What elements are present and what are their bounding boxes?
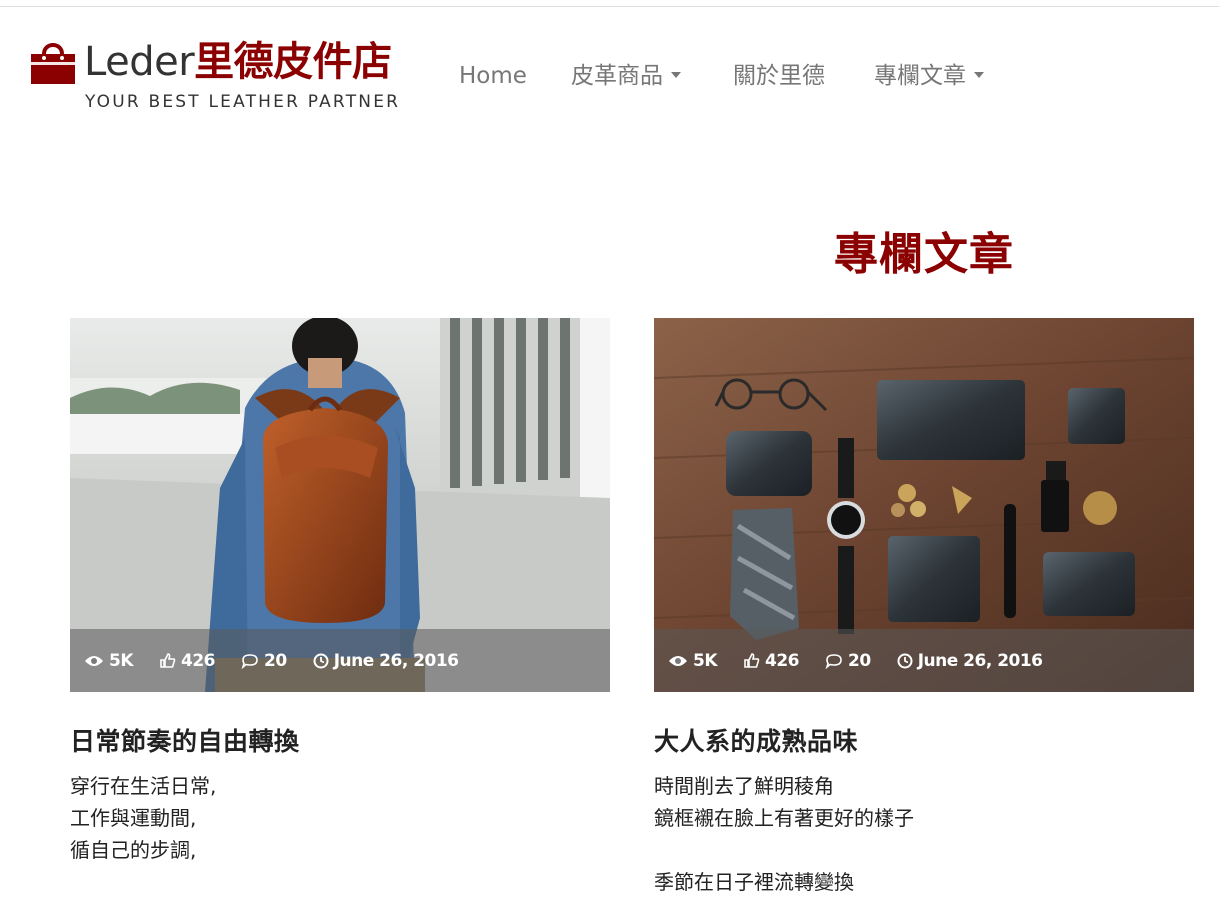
nav-item-about[interactable]: 關於里德: [733, 58, 825, 94]
likes-count: 426: [765, 650, 800, 671]
nav-item-home[interactable]: Home: [459, 58, 527, 94]
article-title[interactable]: 大人系的成熟品味: [654, 722, 1194, 758]
views-stat: 5K: [668, 650, 718, 671]
nav-item-label: 關於里德: [733, 63, 825, 89]
article-image[interactable]: 5K 426 20 June 26, 2016: [70, 318, 610, 692]
clock-icon: [897, 653, 913, 668]
nav-item-label: 皮革商品: [571, 63, 663, 89]
comments-count: 20: [264, 650, 287, 671]
thumbs-up-icon: [160, 653, 176, 668]
likes-count: 426: [181, 650, 216, 671]
article-meta-bar: 5K 426 20 June 26, 2016: [654, 629, 1194, 692]
date-stat: June 26, 2016: [313, 651, 459, 671]
site-logo[interactable]: Leder里德皮件店 YOUR BEST LEATHER PARTNER: [28, 36, 418, 116]
likes-stat[interactable]: 426: [743, 650, 800, 671]
article-excerpt: 時間削去了鮮明稜角 鏡框襯在臉上有著更好的樣子 季節在日子裡流轉變換: [654, 774, 914, 894]
brand-name: Leder里德皮件店: [84, 36, 392, 88]
comments-count: 20: [848, 650, 871, 671]
section-title: 專欄文章: [834, 229, 1014, 280]
clock-icon: [313, 653, 329, 668]
article-image[interactable]: 5K 426 20 June 26, 2016: [654, 318, 1194, 692]
nav-item-label: 專欄文章: [874, 63, 966, 89]
views-count: 5K: [109, 650, 134, 671]
views-stat: 5K: [84, 650, 134, 671]
top-border: [0, 6, 1219, 7]
views-count: 5K: [693, 650, 718, 671]
comment-icon: [825, 653, 842, 669]
article-excerpt: 穿行在生活日常, 工作與運動間, 循自己的步調,: [70, 774, 217, 862]
comments-stat[interactable]: 20: [241, 651, 287, 671]
thumbs-up-icon: [744, 653, 760, 668]
caret-down-icon: [974, 71, 984, 78]
caret-down-icon: [671, 71, 681, 78]
article-title[interactable]: 日常節奏的自由轉換: [70, 722, 610, 758]
date-stat: June 26, 2016: [897, 651, 1043, 671]
post-date: June 26, 2016: [917, 650, 1043, 671]
article-card[interactable]: 5K 426 20 June 26, 2016 大人系的成熟品味 時間削去了鮮明…: [654, 318, 1194, 898]
eye-icon: [85, 655, 103, 666]
likes-stat[interactable]: 426: [159, 650, 216, 671]
brand-name-en: Leder: [84, 39, 195, 85]
brand-tagline: YOUR BEST LEATHER PARTNER: [85, 92, 401, 112]
article-card[interactable]: 5K 426 20 June 26, 2016 日常節奏的自由轉換 穿行在生活日…: [70, 318, 610, 898]
nav-item-columns[interactable]: 專欄文章: [874, 58, 984, 94]
eye-icon: [669, 655, 687, 666]
comment-icon: [241, 653, 258, 669]
post-date: June 26, 2016: [333, 650, 459, 671]
article-meta-bar: 5K 426 20 June 26, 2016: [70, 629, 610, 692]
nav-item-label: Home: [459, 63, 527, 89]
comments-stat[interactable]: 20: [825, 651, 871, 671]
brand-name-zh: 里德皮件店: [194, 39, 392, 85]
nav-item-leather-products[interactable]: 皮革商品: [571, 58, 681, 94]
shopping-bag-icon: [31, 43, 75, 84]
